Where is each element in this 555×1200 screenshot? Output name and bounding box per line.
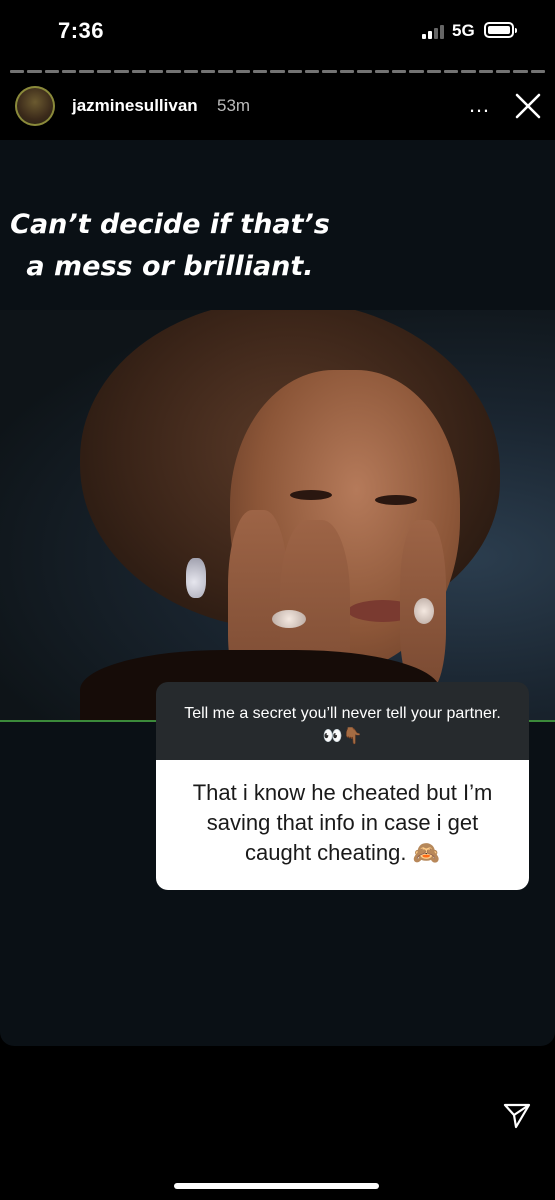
username[interactable]: jazminesullivan xyxy=(72,96,198,116)
caption-line-2: a mess or brilliant. xyxy=(26,251,314,282)
progress-segment xyxy=(96,70,112,73)
progress-segment xyxy=(148,70,164,73)
status-bar: 7:36 5G xyxy=(0,0,555,64)
progress-segment xyxy=(461,70,476,73)
progress-segment xyxy=(200,70,216,73)
progress-segment xyxy=(443,70,459,73)
progress-segment xyxy=(183,70,198,73)
status-time: 7:36 xyxy=(58,18,105,43)
network-type: 5G xyxy=(452,21,475,40)
progress-segment xyxy=(305,70,320,73)
progress-segment xyxy=(62,70,77,73)
cellular-signal-icon xyxy=(422,23,446,39)
progress-segment xyxy=(218,70,233,73)
progress-segment xyxy=(374,70,389,73)
story-gif-image xyxy=(0,310,555,722)
progress-segment xyxy=(44,70,60,73)
question-sticker[interactable]: Tell me a secret you’ll never tell your … xyxy=(156,682,529,890)
paper-plane-icon[interactable] xyxy=(503,1101,531,1129)
story-caption: Can’t decide if that’s a mess or brillia… xyxy=(0,204,340,288)
progress-segment xyxy=(478,70,494,73)
battery-icon xyxy=(484,22,517,38)
progress-segment xyxy=(114,70,129,73)
progress-segment xyxy=(391,70,407,73)
avatar[interactable] xyxy=(15,86,55,126)
progress-segment xyxy=(10,70,25,73)
progress-segment xyxy=(426,70,441,73)
progress-segment xyxy=(166,70,181,73)
question-answer: That i know he cheated but I’m saving th… xyxy=(156,760,529,890)
story-card[interactable]: Can’t decide if that’s a mess or brillia… xyxy=(0,140,555,1046)
question-prompt: Tell me a secret you’ll never tell your … xyxy=(156,682,529,760)
progress-segment xyxy=(513,70,528,73)
more-options-icon[interactable]: … xyxy=(466,92,492,118)
progress-segment xyxy=(322,70,337,73)
story-header: jazminesullivan 53m … xyxy=(0,80,555,132)
caption-line-1: Can’t decide if that’s xyxy=(10,209,330,240)
progress-segment xyxy=(253,70,268,73)
progress-segment xyxy=(357,70,372,73)
progress-segment xyxy=(530,70,546,73)
progress-segment xyxy=(131,70,146,73)
progress-segment xyxy=(27,70,42,73)
story-progress-bar xyxy=(10,70,546,73)
progress-segment xyxy=(270,70,285,73)
progress-segment xyxy=(79,70,94,73)
home-indicator[interactable] xyxy=(174,1183,379,1189)
progress-segment xyxy=(496,70,511,73)
progress-segment xyxy=(339,70,355,73)
progress-segment xyxy=(235,70,251,73)
story-timestamp: 53m xyxy=(217,96,251,115)
progress-segment xyxy=(409,70,424,73)
close-icon[interactable] xyxy=(512,90,544,122)
progress-segment xyxy=(287,70,303,73)
